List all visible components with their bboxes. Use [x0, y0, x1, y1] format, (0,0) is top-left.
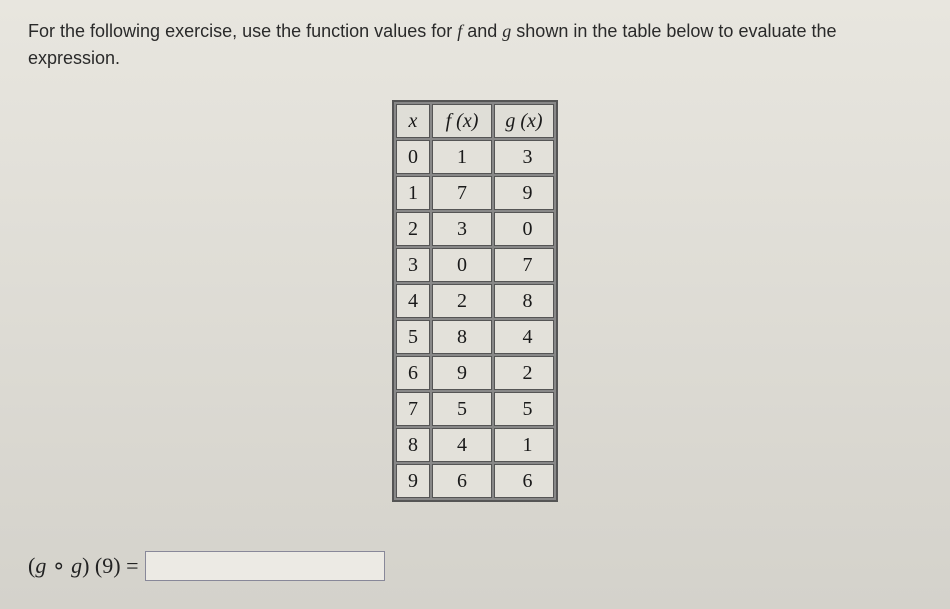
instruction-g-symbol: g — [502, 21, 511, 41]
table-row: 7 5 5 — [396, 392, 554, 426]
expr-g2: g — [71, 553, 82, 578]
header-fx: f (x) — [432, 104, 492, 138]
cell-gx: 6 — [494, 464, 554, 498]
cell-x: 3 — [396, 248, 430, 282]
instruction-mid: and — [462, 21, 502, 41]
cell-gx: 0 — [494, 212, 554, 246]
cell-fx: 4 — [432, 428, 492, 462]
cell-fx: 9 — [432, 356, 492, 390]
cell-x: 0 — [396, 140, 430, 174]
cell-x: 4 — [396, 284, 430, 318]
cell-x: 9 — [396, 464, 430, 498]
instruction-text: For the following exercise, use the func… — [28, 18, 922, 72]
cell-fx: 1 — [432, 140, 492, 174]
cell-fx: 2 — [432, 284, 492, 318]
expr-equals: = — [121, 553, 139, 578]
expr-g1: g — [35, 553, 46, 578]
header-gx: g (x) — [494, 104, 554, 138]
table-row: 8 4 1 — [396, 428, 554, 462]
answer-input[interactable] — [145, 551, 385, 581]
header-x: x — [396, 104, 430, 138]
answer-row: (g ∘ g) (9) = — [28, 551, 385, 581]
table-row: 3 0 7 — [396, 248, 554, 282]
function-table: x f (x) g (x) 0 1 3 1 7 9 2 3 — [392, 100, 558, 502]
expression-label: (g ∘ g) (9) = — [28, 553, 139, 579]
cell-fx: 5 — [432, 392, 492, 426]
table-row: 5 8 4 — [396, 320, 554, 354]
cell-gx: 4 — [494, 320, 554, 354]
cell-gx: 7 — [494, 248, 554, 282]
cell-gx: 1 — [494, 428, 554, 462]
cell-fx: 8 — [432, 320, 492, 354]
expr-close-arg: ) (9) — [82, 553, 120, 578]
cell-x: 2 — [396, 212, 430, 246]
cell-gx: 3 — [494, 140, 554, 174]
cell-fx: 3 — [432, 212, 492, 246]
cell-fx: 0 — [432, 248, 492, 282]
cell-gx: 2 — [494, 356, 554, 390]
cell-fx: 6 — [432, 464, 492, 498]
table-row: 6 9 2 — [396, 356, 554, 390]
cell-gx: 8 — [494, 284, 554, 318]
cell-x: 1 — [396, 176, 430, 210]
table-row: 1 7 9 — [396, 176, 554, 210]
table-row: 0 1 3 — [396, 140, 554, 174]
cell-x: 7 — [396, 392, 430, 426]
table-row: 9 6 6 — [396, 464, 554, 498]
table-row: 4 2 8 — [396, 284, 554, 318]
cell-fx: 7 — [432, 176, 492, 210]
cell-x: 8 — [396, 428, 430, 462]
cell-gx: 9 — [494, 176, 554, 210]
instruction-pre: For the following exercise, use the func… — [28, 21, 457, 41]
cell-x: 5 — [396, 320, 430, 354]
expr-circ: ∘ — [46, 553, 71, 578]
table-row: 2 3 0 — [396, 212, 554, 246]
cell-gx: 5 — [494, 392, 554, 426]
cell-x: 6 — [396, 356, 430, 390]
